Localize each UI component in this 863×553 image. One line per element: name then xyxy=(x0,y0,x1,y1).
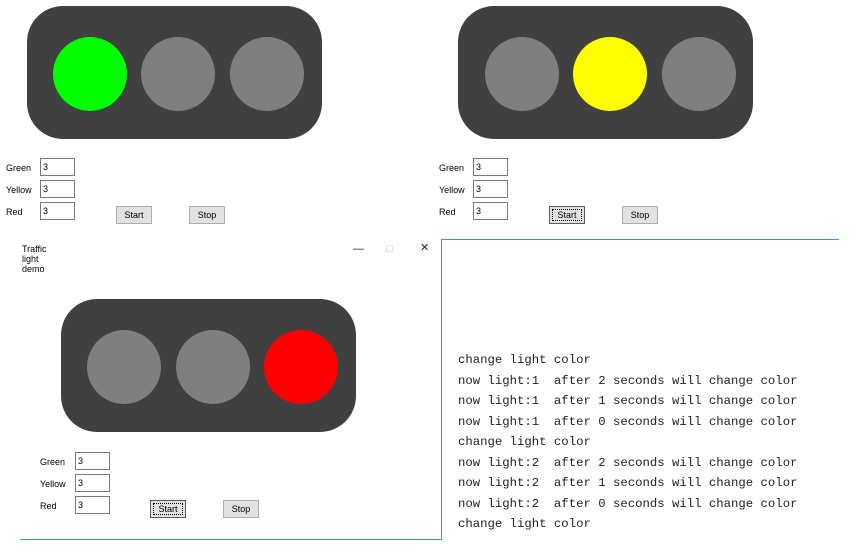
yellow-label: Yellow xyxy=(439,185,465,195)
window-right-border xyxy=(441,239,442,539)
yellow-duration-field[interactable] xyxy=(40,180,75,198)
start-button[interactable]: Start xyxy=(150,500,186,518)
stop-button[interactable]: Stop xyxy=(189,206,225,224)
red-lamp xyxy=(230,37,304,111)
green-lamp xyxy=(87,330,161,404)
console-output: change light color now light:1 after 2 s… xyxy=(458,350,858,535)
yellow-duration-field[interactable] xyxy=(75,474,110,492)
console-line: change light color xyxy=(458,517,591,531)
yellow-duration-field[interactable] xyxy=(473,180,508,198)
red-duration-field[interactable] xyxy=(40,202,75,220)
yellow-lamp xyxy=(141,37,215,111)
green-duration-field[interactable] xyxy=(75,452,110,470)
console-line: now light:2 after 0 seconds will change … xyxy=(458,496,798,511)
yellow-lamp xyxy=(176,330,250,404)
window-title: Traffic light demo xyxy=(22,244,47,274)
yellow-label: Yellow xyxy=(40,479,66,489)
console-line: now light:1 after 0 seconds will change … xyxy=(458,414,798,429)
green-lamp xyxy=(485,37,559,111)
maximize-icon[interactable]: □ xyxy=(386,243,393,255)
red-label: Red xyxy=(40,501,57,511)
yellow-lamp xyxy=(573,37,647,111)
start-button[interactable]: Start xyxy=(116,206,152,224)
console-line: change light color xyxy=(458,353,591,367)
stop-button[interactable]: Stop xyxy=(223,500,259,518)
minimize-icon[interactable]: — xyxy=(353,243,364,255)
window-bottom-border xyxy=(20,539,442,540)
yellow-label: Yellow xyxy=(6,185,32,195)
stop-button[interactable]: Stop xyxy=(622,206,658,224)
red-lamp xyxy=(264,330,338,404)
close-icon[interactable]: ✕ xyxy=(420,242,429,254)
green-duration-field[interactable] xyxy=(40,158,75,176)
console-line: now light:2 after 1 seconds will change … xyxy=(458,476,798,490)
green-duration-field[interactable] xyxy=(473,158,508,176)
red-lamp xyxy=(662,37,736,111)
green-label: Green xyxy=(6,163,32,173)
console-line: now light:2 after 2 seconds will change … xyxy=(458,455,798,470)
start-button[interactable]: Start xyxy=(549,206,585,224)
green-label: Green xyxy=(40,457,66,467)
green-lamp xyxy=(53,37,127,111)
console-line: change light color xyxy=(458,435,591,449)
green-label: Green xyxy=(439,163,465,173)
red-duration-field[interactable] xyxy=(75,496,110,514)
console-top-border xyxy=(441,239,839,240)
red-label: Red xyxy=(439,207,456,217)
red-duration-field[interactable] xyxy=(473,202,508,220)
red-label: Red xyxy=(6,207,23,217)
console-line: now light:1 after 2 seconds will change … xyxy=(458,373,798,388)
console-line: now light:1 after 1 seconds will change … xyxy=(458,394,798,408)
